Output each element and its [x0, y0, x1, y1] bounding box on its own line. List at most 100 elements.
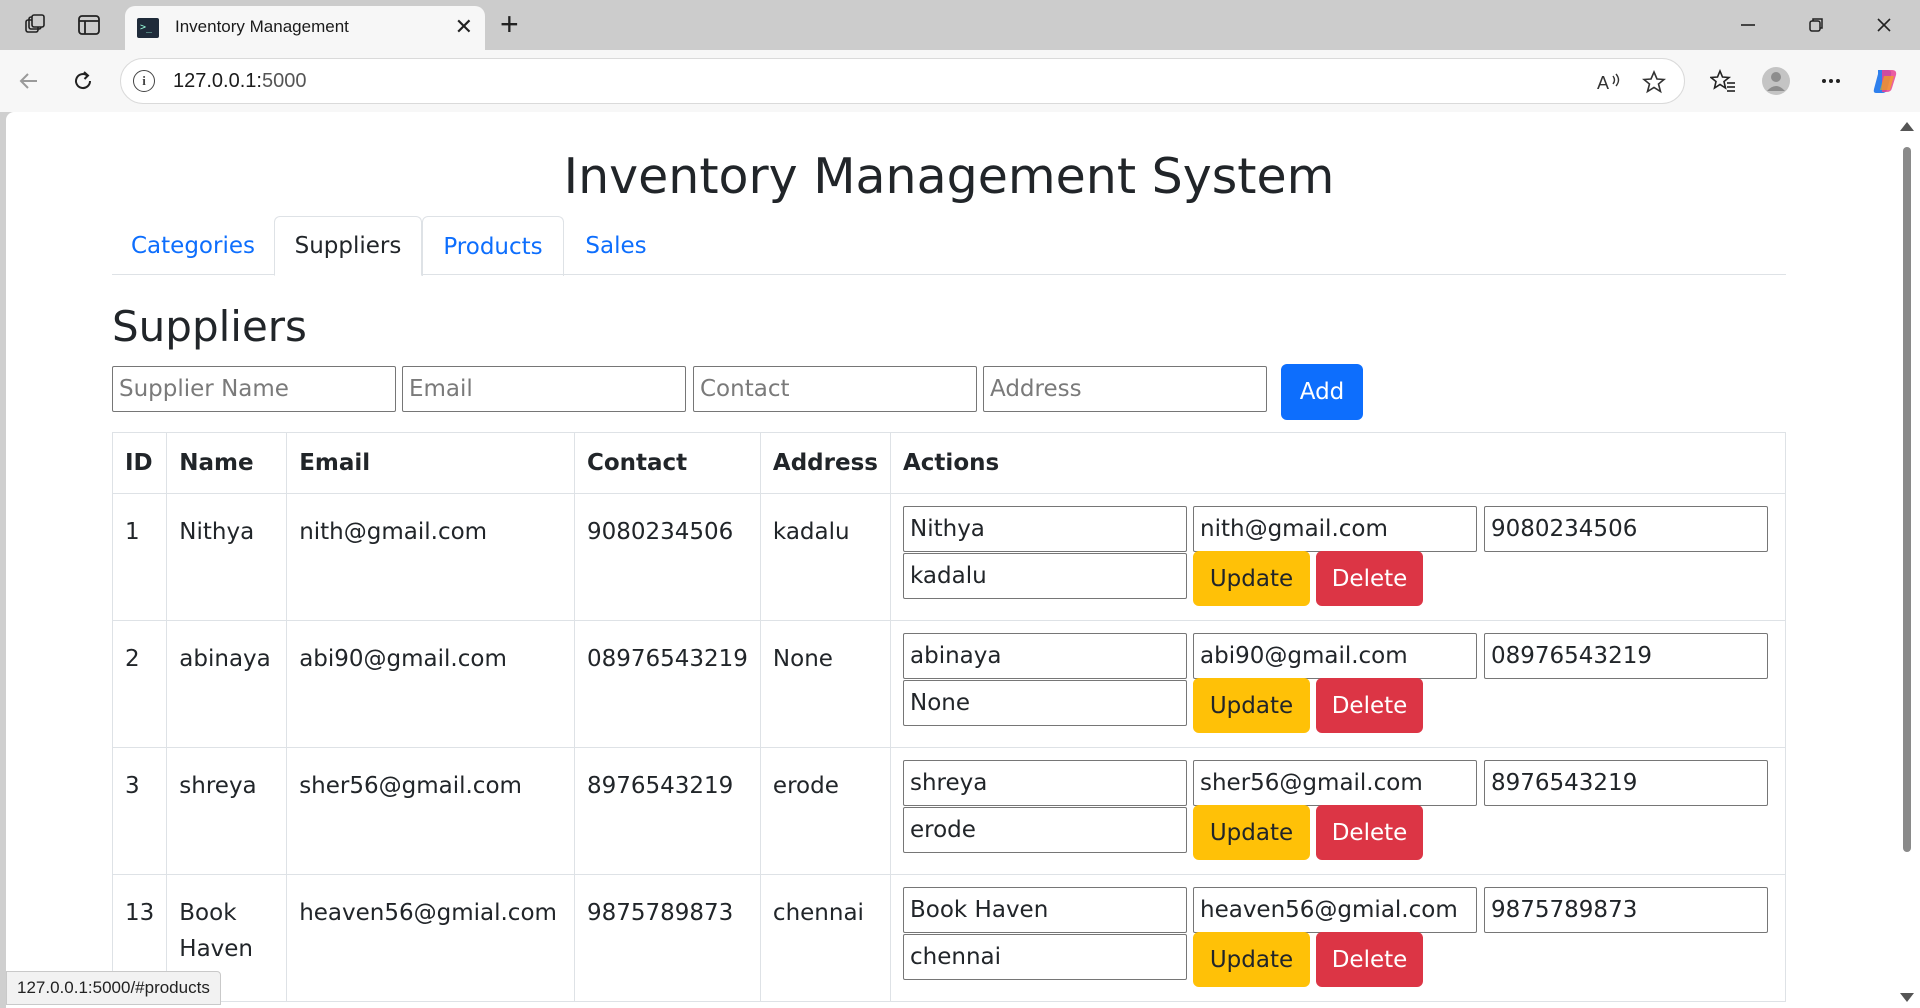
cell-email: nith@gmail.com [286, 493, 575, 621]
profile-avatar-icon[interactable] [1761, 66, 1791, 96]
table-header-row: ID Name Email Contact Address Actions [111, 432, 1786, 494]
edit-email-input[interactable] [1193, 887, 1477, 933]
edit-address-input[interactable] [903, 553, 1187, 599]
tab-suppliers[interactable]: Suppliers [274, 216, 422, 276]
cell-id: 1 [111, 493, 168, 621]
table-row: 1 Nithya nith@gmail.com 9080234506 kadal… [111, 493, 1786, 621]
cell-address: erode [759, 747, 892, 875]
browser-toolbar: i 127.0.0.1:5000 A [0, 50, 1920, 112]
copilot-icon[interactable] [1870, 66, 1900, 96]
delete-button[interactable]: Delete [1316, 932, 1423, 987]
workspaces-icon[interactable] [22, 12, 48, 38]
cell-address: chennai [759, 874, 892, 1002]
cell-contact: 9875789873 [573, 874, 761, 1002]
more-options-icon[interactable] [1816, 66, 1846, 96]
table-row: 13 Book Haven heaven56@gmial.com 9875789… [111, 874, 1786, 1002]
refresh-icon[interactable] [68, 66, 98, 96]
page-title: Inventory Management System [563, 148, 1335, 205]
close-tab-icon[interactable]: ✕ [455, 14, 473, 40]
cell-actions: Update Delete [890, 747, 1786, 875]
delete-button[interactable]: Delete [1316, 805, 1423, 860]
edit-name-input[interactable] [903, 887, 1187, 933]
cell-address: kadalu [759, 493, 892, 621]
edit-email-input[interactable] [1193, 506, 1477, 552]
supplier-name-input[interactable] [112, 366, 396, 412]
cell-email: sher56@gmail.com [286, 747, 575, 875]
minimize-icon[interactable] [1733, 10, 1763, 40]
vertical-tabs-icon[interactable] [76, 12, 102, 38]
address-bar[interactable]: i 127.0.0.1:5000 A [120, 58, 1685, 104]
favorites-icon[interactable] [1708, 66, 1738, 96]
page-viewport: Inventory Management System Categories S… [6, 112, 1920, 1008]
cell-name: shreya [166, 747, 288, 875]
update-button[interactable]: Update [1193, 932, 1310, 987]
back-icon[interactable] [14, 66, 44, 96]
edit-contact-input[interactable] [1484, 887, 1768, 933]
cell-contact: 9080234506 [573, 493, 761, 621]
edit-address-input[interactable] [903, 807, 1187, 853]
contact-input[interactable] [693, 366, 977, 412]
update-button[interactable]: Update [1193, 551, 1310, 606]
favorite-star-icon[interactable] [1641, 69, 1667, 95]
new-tab-icon[interactable]: + [500, 6, 519, 43]
scroll-up-arrow-icon[interactable] [1900, 122, 1914, 131]
edit-form: Update Delete [903, 887, 1773, 989]
cell-actions: Update Delete [890, 493, 1786, 621]
edit-form: Update Delete [903, 506, 1773, 608]
cell-contact: 08976543219 [573, 620, 761, 748]
update-button[interactable]: Update [1193, 678, 1310, 733]
nav-tabs: Categories Suppliers Products Sales [112, 216, 1786, 276]
site-info-icon[interactable]: i [133, 70, 155, 92]
edit-contact-input[interactable] [1484, 760, 1768, 806]
header-id: ID [111, 432, 168, 494]
url-text[interactable]: 127.0.0.1:5000 [173, 70, 306, 93]
email-input[interactable] [402, 366, 686, 412]
header-name: Name [166, 432, 288, 494]
header-address: Address [759, 432, 892, 494]
edit-address-input[interactable] [903, 680, 1187, 726]
cell-actions: Update Delete [890, 620, 1786, 748]
table-row: 3 shreya sher56@gmail.com 8976543219 ero… [111, 747, 1786, 875]
cell-email: heaven56@gmial.com [286, 874, 575, 1002]
suppliers-table: ID Name Email Contact Address Actions 1 … [111, 432, 1786, 1002]
delete-button[interactable]: Delete [1316, 678, 1423, 733]
edit-name-input[interactable] [903, 633, 1187, 679]
edit-contact-input[interactable] [1484, 633, 1768, 679]
cell-id: 2 [111, 620, 168, 748]
scroll-thumb[interactable] [1903, 147, 1911, 852]
terminal-favicon-icon: >_ [137, 18, 159, 38]
table-row: 2 abinaya abi90@gmail.com 08976543219 No… [111, 620, 1786, 748]
browser-tab-active[interactable]: >_ Inventory Management ✕ [125, 6, 485, 50]
tab-categories[interactable]: Categories [112, 216, 274, 276]
address-input[interactable] [983, 366, 1267, 412]
read-aloud-icon[interactable]: A [1596, 69, 1622, 95]
update-button[interactable]: Update [1193, 805, 1310, 860]
cell-actions: Update Delete [890, 874, 1786, 1002]
add-button[interactable]: Add [1281, 364, 1363, 420]
tab-products[interactable]: Products [422, 216, 564, 276]
delete-button[interactable]: Delete [1316, 551, 1423, 606]
edit-email-input[interactable] [1193, 633, 1477, 679]
browser-tab-bar: >_ Inventory Management ✕ + [0, 0, 1920, 50]
edit-form: Update Delete [903, 633, 1773, 735]
edit-name-input[interactable] [903, 506, 1187, 552]
edit-email-input[interactable] [1193, 760, 1477, 806]
edit-name-input[interactable] [903, 760, 1187, 806]
cell-email: abi90@gmail.com [286, 620, 575, 748]
restore-icon[interactable] [1801, 10, 1831, 40]
section-title: Suppliers [112, 302, 307, 351]
header-email: Email [286, 432, 575, 494]
scroll-down-arrow-icon[interactable] [1900, 993, 1914, 1002]
edit-form: Update Delete [903, 760, 1773, 862]
cell-address: None [759, 620, 892, 748]
close-window-icon[interactable] [1869, 10, 1899, 40]
tab-sales[interactable]: Sales [564, 216, 668, 276]
vertical-scrollbar[interactable] [1894, 112, 1920, 1008]
cell-id: 3 [111, 747, 168, 875]
edit-contact-input[interactable] [1484, 506, 1768, 552]
cell-name: abinaya [166, 620, 288, 748]
edit-address-input[interactable] [903, 934, 1187, 980]
suppliers-table-wrap: ID Name Email Contact Address Actions 1 … [111, 432, 1786, 1002]
cell-name: Nithya [166, 493, 288, 621]
svg-text:A: A [1597, 73, 1609, 93]
